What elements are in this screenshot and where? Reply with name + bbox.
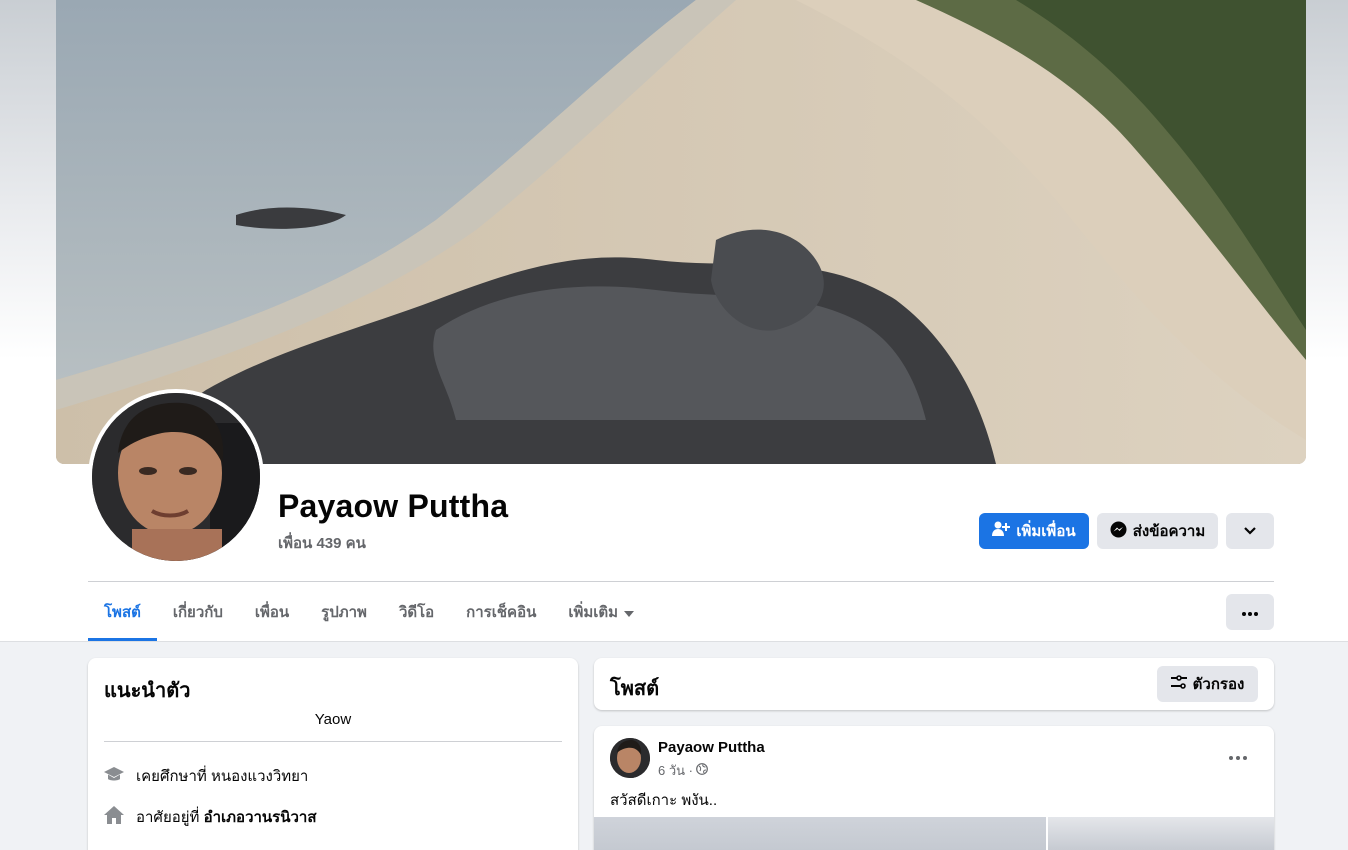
tab-posts[interactable]: โพสต์ <box>88 583 157 641</box>
education-prefix: เคยศึกษาที่ <box>136 768 207 785</box>
posts-section-title: โพสต์ <box>610 678 660 700</box>
post-author-name[interactable]: Payaow Puttha <box>658 739 765 756</box>
ellipsis-icon <box>1229 747 1247 765</box>
post-options-button[interactable] <box>1220 744 1256 768</box>
tab-more[interactable]: เพิ่มเติม <box>552 583 650 641</box>
globe-icon <box>696 763 708 778</box>
intro-divider <box>104 741 562 742</box>
profile-options-button[interactable] <box>1226 513 1274 549</box>
filter-button[interactable]: ตัวกรอง <box>1157 666 1258 702</box>
home-icon <box>104 805 124 829</box>
post-meta: 6 วัน · <box>658 760 708 781</box>
post-card: Payaow Puttha 6 วัน · สวัสดีเกาะ พงัน.. <box>594 726 1274 850</box>
intro-home: อาศัยอยู่ที่ อำเภอวานรนิวาส <box>104 805 316 829</box>
add-friend-button[interactable]: เพิ่มเพื่อน <box>979 513 1089 549</box>
filter-icon <box>1170 675 1187 693</box>
tab-label: การเช็คอิน <box>466 604 537 621</box>
tab-checkins[interactable]: การเช็คอิน <box>450 583 552 641</box>
profile-name: Payaow Puttha <box>278 488 509 524</box>
posts-header-card: โพสต์ ตัวกรอง <box>594 658 1274 710</box>
message-button[interactable]: ส่งข้อความ <box>1097 513 1218 549</box>
intro-education: เคยศึกษาที่ หนองแวงวิทยา <box>104 764 308 788</box>
post-photo[interactable] <box>594 817 1046 850</box>
post-time[interactable]: 6 วัน · <box>658 760 693 781</box>
post-text: สวัสดีเกาะ พงัน.. <box>610 792 718 809</box>
home-prefix: อาศัยอยู่ที่ <box>136 809 200 826</box>
post-photo[interactable] <box>1048 817 1274 850</box>
add-friend-label: เพิ่มเพื่อน <box>1016 523 1076 540</box>
tabs-more-button[interactable] <box>1226 594 1274 630</box>
post-author-avatar[interactable] <box>610 738 650 778</box>
tab-label: เกี่ยวกับ <box>172 604 223 621</box>
header-bottom-border <box>0 641 1348 642</box>
cover-photo[interactable] <box>56 0 1306 464</box>
header-divider <box>88 581 1274 582</box>
education-place[interactable]: หนองแวงวิทยา <box>211 768 308 785</box>
tab-label: วิดีโอ <box>398 604 435 621</box>
tab-videos[interactable]: วิดีโอ <box>383 583 450 641</box>
tab-about[interactable]: เกี่ยวกับ <box>157 583 239 641</box>
home-place[interactable]: อำเภอวานรนิวาส <box>204 809 317 826</box>
message-label: ส่งข้อความ <box>1132 523 1206 540</box>
intro-bio: Yaow <box>314 711 352 728</box>
tab-label: รูปภาพ <box>321 604 367 621</box>
tab-photos[interactable]: รูปภาพ <box>305 583 383 641</box>
tab-label: เพื่อน <box>254 604 290 621</box>
profile-tabs: โพสต์ เกี่ยวกับ เพื่อน รูปภาพ วิดีโอ การ… <box>88 583 650 641</box>
ellipsis-icon <box>1242 603 1258 621</box>
chevron-down-icon <box>1243 523 1257 540</box>
tab-label: โพสต์ <box>104 604 141 621</box>
profile-picture[interactable] <box>88 389 264 565</box>
graduation-cap-icon <box>104 765 124 787</box>
filter-label: ตัวกรอง <box>1192 676 1245 693</box>
messenger-icon <box>1110 521 1127 542</box>
friend-count[interactable]: เพื่อน 439 คน <box>278 531 366 555</box>
caret-down-icon <box>624 604 635 621</box>
add-friend-icon <box>992 521 1011 541</box>
tab-label: เพิ่มเติม <box>568 604 619 621</box>
intro-title: แนะนำตัว <box>104 680 191 702</box>
tab-friends[interactable]: เพื่อน <box>239 583 305 641</box>
